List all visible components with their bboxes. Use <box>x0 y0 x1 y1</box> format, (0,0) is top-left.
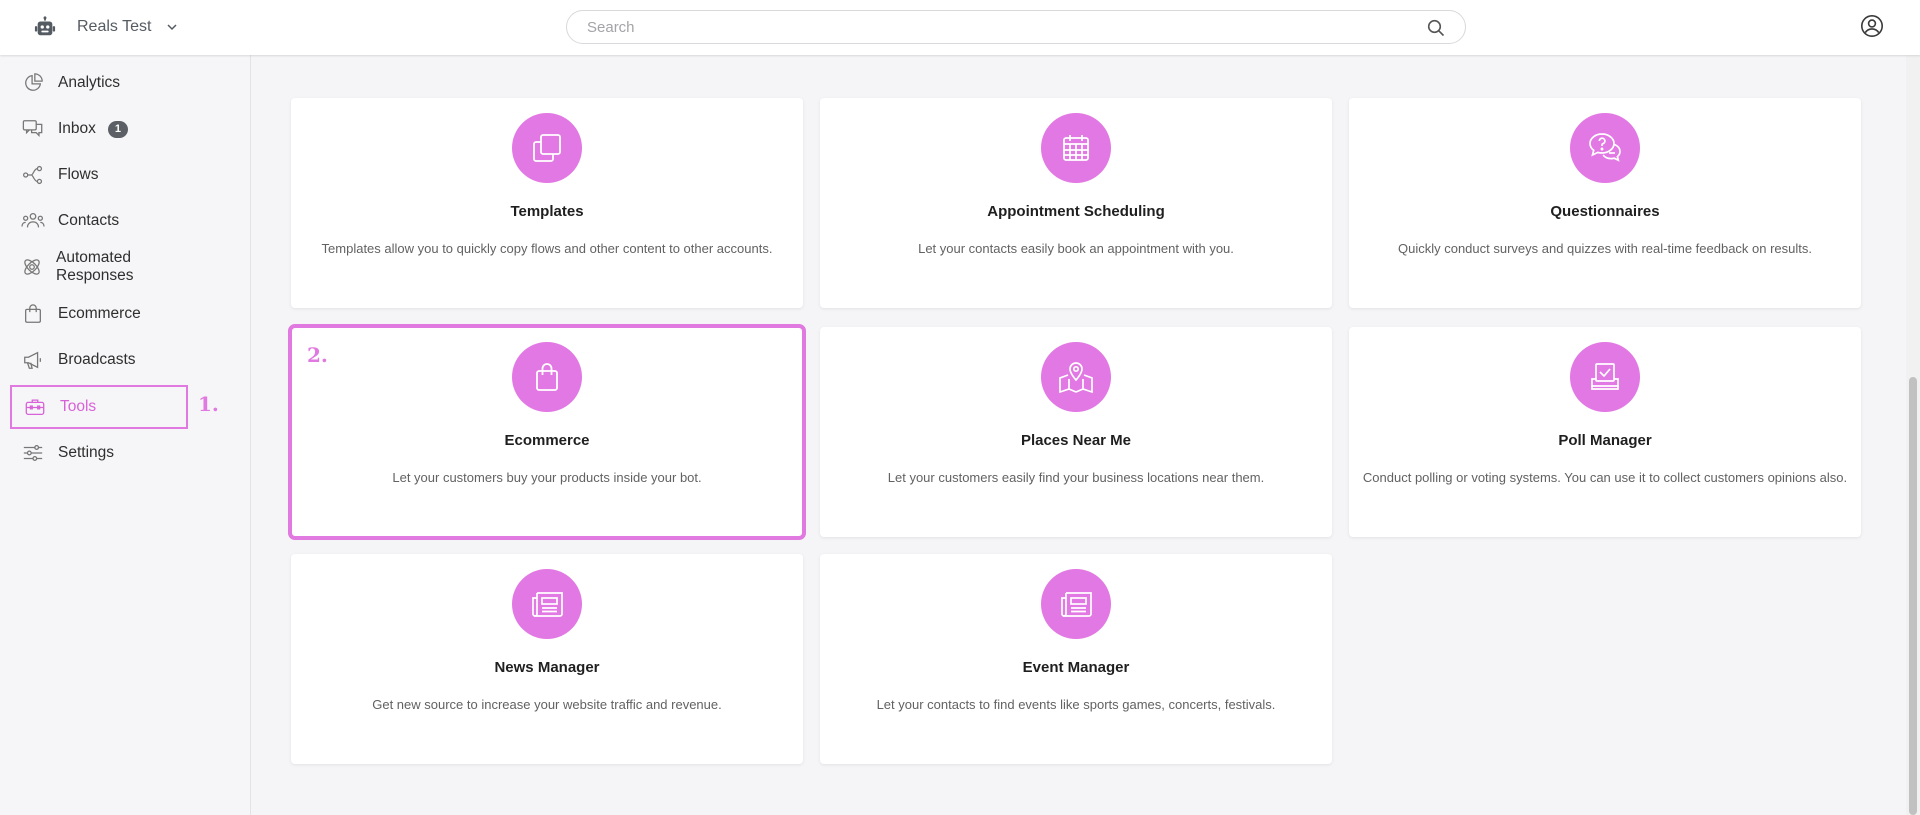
sliders-icon <box>21 441 45 465</box>
sidebar-item-label: Settings <box>58 444 115 461</box>
scrollbar-thumb[interactable] <box>1909 377 1917 815</box>
card-description: Quickly conduct surveys and quizzes with… <box>1397 241 1813 256</box>
sidebar-item-tools[interactable]: Tools <box>10 385 188 429</box>
sidebar-item-broadcasts[interactable]: Broadcasts <box>10 338 188 382</box>
account-switcher[interactable]: Reals Test <box>32 12 179 42</box>
map-pin-icon <box>1041 342 1111 412</box>
tool-card-news-manager[interactable]: News Manager Get new source to increase … <box>291 554 803 764</box>
contacts-icon <box>21 209 45 233</box>
question-bubbles-icon <box>1570 113 1640 183</box>
card-description: Let your contacts to find events like sp… <box>876 697 1276 712</box>
sidebar-item-settings[interactable]: Settings <box>10 431 188 475</box>
sidebar-item-label: Analytics <box>58 74 121 91</box>
sidebar-item-ecommerce[interactable]: Ecommerce <box>10 292 188 336</box>
chevron-down-icon <box>165 20 179 34</box>
sidebar-item-label: Ecommerce <box>58 305 141 322</box>
sidebar-item-label: Flows <box>58 166 99 183</box>
sidebar: Analytics Inbox 1 Flows Contacts Automat… <box>0 55 251 815</box>
card-description: Let your customers easily find your busi… <box>887 470 1265 485</box>
tool-card-appointment-scheduling[interactable]: Appointment Scheduling Let your contacts… <box>820 98 1332 308</box>
sidebar-item-flows[interactable]: Flows <box>10 153 188 197</box>
sidebar-item-label: Automated Responses <box>56 249 134 284</box>
sidebar-item-label: Broadcasts <box>58 351 136 368</box>
chat-bubbles-icon <box>21 117 45 141</box>
flow-icon <box>21 163 45 187</box>
sidebar-item-contacts[interactable]: Contacts <box>10 199 188 243</box>
tool-card-questionnaires[interactable]: Questionnaires Quickly conduct surveys a… <box>1349 98 1861 308</box>
card-description: Templates allow you to quickly copy flow… <box>321 241 773 256</box>
shopping-bag-icon <box>512 342 582 412</box>
sidebar-item-label: Inbox <box>58 120 96 137</box>
unread-count-badge: 1 <box>107 120 128 138</box>
tool-card-templates[interactable]: Templates Templates allow you to quickly… <box>291 98 803 308</box>
account-name: Reals Test <box>77 18 152 35</box>
card-description: Let your contacts easily book an appoint… <box>918 241 1234 256</box>
search-icon[interactable] <box>1427 19 1445 37</box>
card-title: Event Manager <box>1022 659 1130 676</box>
newspaper-icon <box>512 569 582 639</box>
ballot-box-icon <box>1570 342 1640 412</box>
vertical-scrollbar[interactable] <box>1906 55 1920 815</box>
calendar-icon <box>1041 113 1111 183</box>
toolbox-icon <box>23 395 47 419</box>
tool-card-event-manager[interactable]: Event Manager Let your contacts to find … <box>820 554 1332 764</box>
sidebar-item-analytics[interactable]: Analytics <box>10 61 188 105</box>
newspaper-icon <box>1041 569 1111 639</box>
sidebar-item-label: Contacts <box>58 212 120 229</box>
tools-grid: Templates Templates allow you to quickly… <box>252 55 1920 815</box>
shopping-bag-icon <box>21 302 45 326</box>
sidebar-item-automated-responses[interactable]: Automated Responses <box>10 245 188 289</box>
card-description: Conduct polling or voting systems. You c… <box>1362 470 1848 485</box>
sidebar-item-label: Tools <box>60 398 97 415</box>
user-profile-icon[interactable] <box>1860 14 1884 38</box>
card-title: Templates <box>510 203 584 220</box>
card-description: Let your customers buy your products ins… <box>392 470 702 485</box>
robot-icon <box>32 14 58 40</box>
step-annotation-1: 1. <box>198 392 219 416</box>
automation-icon <box>21 255 43 279</box>
card-title: News Manager <box>494 659 600 676</box>
megaphone-icon <box>21 348 45 372</box>
pie-chart-icon <box>21 71 45 95</box>
copy-icon <box>512 113 582 183</box>
search-input[interactable] <box>587 11 1407 43</box>
tool-card-poll-manager[interactable]: Poll Manager Conduct polling or voting s… <box>1349 327 1861 537</box>
tool-card-ecommerce[interactable]: 2. Ecommerce Let your customers buy your… <box>288 324 806 540</box>
card-title: Questionnaires <box>1550 203 1660 220</box>
search-box <box>566 10 1466 44</box>
card-title: Places Near Me <box>1020 432 1132 449</box>
tool-card-places-near-me[interactable]: Places Near Me Let your customers easily… <box>820 327 1332 537</box>
card-title: Poll Manager <box>1558 432 1652 449</box>
card-title: Appointment Scheduling <box>987 203 1165 220</box>
card-title: Ecommerce <box>504 432 590 449</box>
sidebar-item-inbox[interactable]: Inbox 1 <box>10 107 188 151</box>
step-annotation-2: 2. <box>307 343 328 367</box>
card-description: Get new source to increase your website … <box>372 697 722 712</box>
top-bar: Reals Test <box>0 0 1920 55</box>
